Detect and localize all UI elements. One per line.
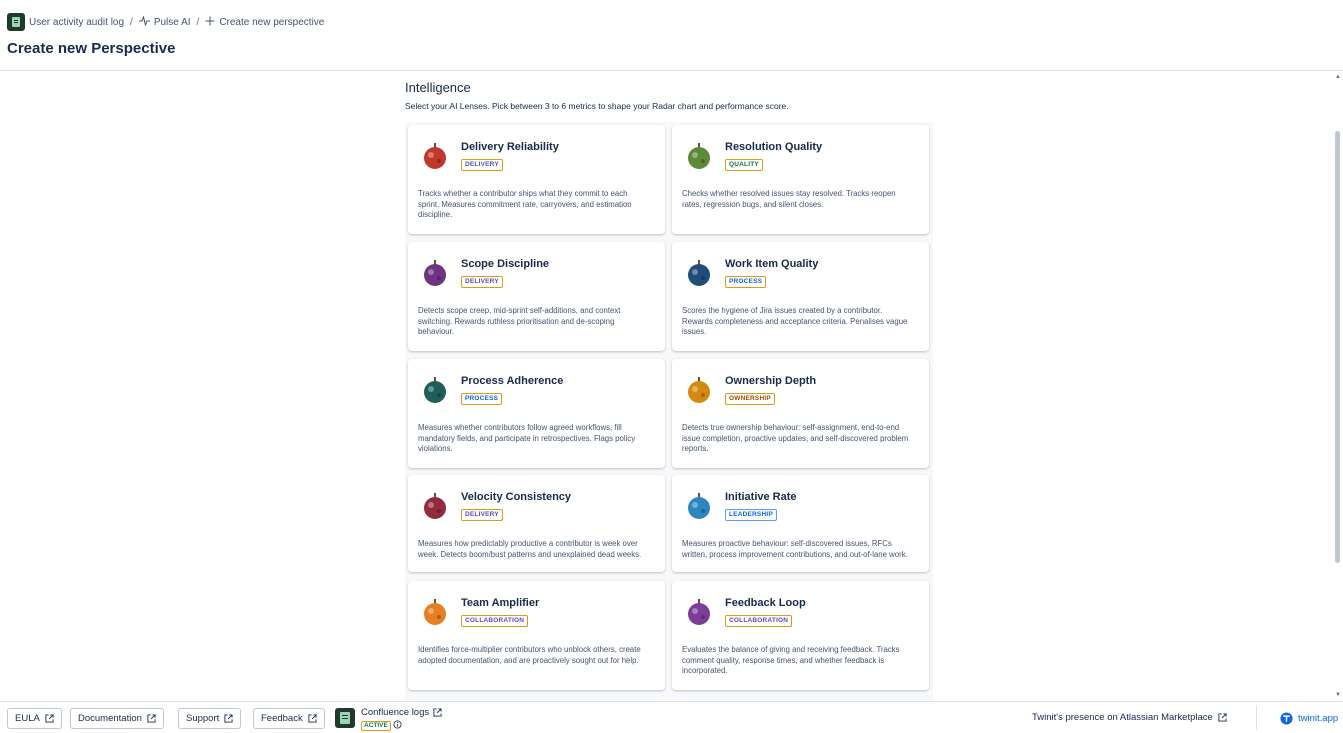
- lens-category-badge: PROCESS: [725, 276, 767, 288]
- page-header: User activity audit log / Pulse AI / Cre…: [0, 0, 1343, 71]
- documentation-label: Documentation: [78, 713, 142, 724]
- lens-description: Scores the hygiene of Jira issues create…: [682, 306, 908, 336]
- lens-description: Measures proactive behaviour: self-disco…: [682, 539, 908, 559]
- breadcrumb: User activity audit log / Pulse AI / Cre…: [7, 13, 324, 31]
- external-link-icon: [45, 714, 54, 723]
- lens-avatar-icon: [424, 377, 446, 403]
- confluence-logs-label: Confluence logs: [361, 707, 430, 718]
- external-link-icon: [308, 714, 317, 723]
- breadcrumb-label: Create new perspective: [219, 16, 325, 28]
- lens-avatar-icon: [688, 599, 710, 625]
- lens-category-badge: COLLABORATION: [725, 615, 793, 627]
- eula-label: EULA: [15, 713, 40, 724]
- marketplace-link[interactable]: Twinit's presence on Atlassian Marketpla…: [1032, 712, 1227, 723]
- breadcrumb-label: Pulse AI: [153, 16, 191, 28]
- lens-name: Work Item Quality: [725, 258, 819, 270]
- lens-card[interactable]: Ownership Depth OWNERSHIP Detects true own…: [672, 359, 929, 468]
- app-logo-icon: [7, 13, 25, 31]
- lens-description: Identifies force-multiplier contributors…: [418, 645, 641, 665]
- status-badge: ACTIVE: [361, 721, 391, 731]
- twinit-link[interactable]: twinit.app: [1280, 712, 1338, 725]
- lens-grid-container: Delivery Reliability DELIVERY Tracks wheth…: [405, 122, 933, 700]
- scroll-thumb[interactable]: [1335, 131, 1340, 563]
- intelligence-section: Intelligence Select your AI Lenses. Pick…: [405, 80, 935, 111]
- lens-description: Detects scope creep, mid-sprint self-add…: [418, 306, 621, 336]
- eula-button[interactable]: EULA: [7, 708, 62, 729]
- lens-category-badge: OWNERSHIP: [725, 393, 775, 405]
- lens-name: Process Adherence: [461, 375, 564, 387]
- external-link-icon: [1218, 713, 1227, 722]
- lens-card[interactable]: Resolution Quality QUALITY Checks whether …: [672, 125, 929, 234]
- lens-avatar-icon: [424, 260, 446, 286]
- lens-name: Scope Discipline: [461, 258, 550, 270]
- lens-category-badge: DELIVERY: [461, 159, 503, 171]
- lens-card[interactable]: Velocity Consistency DELIVERY Measures how…: [408, 475, 665, 572]
- breadcrumb-separator: /: [196, 16, 200, 28]
- lens-category-badge: LEADERSHIP: [725, 509, 777, 521]
- lens-description: Measures whether contributors follow agr…: [418, 423, 636, 453]
- documentation-button[interactable]: Documentation: [70, 708, 164, 729]
- lens-category-badge: PROCESS: [461, 393, 503, 405]
- lens-avatar-icon: [424, 493, 446, 519]
- lens-card[interactable]: Work Item Quality PROCESS Scores the hygie…: [672, 242, 929, 351]
- support-label: Support: [186, 713, 220, 724]
- confluence-logs-link[interactable]: Confluence logs: [361, 707, 442, 718]
- external-link-icon: [147, 714, 156, 723]
- pulse-icon: [138, 14, 150, 29]
- page-footer: EULA Documentation Support Feedback Conf…: [0, 701, 1343, 733]
- breadcrumb-separator: /: [130, 16, 133, 28]
- info-icon[interactable]: [393, 720, 402, 729]
- lens-card[interactable]: Initiative Rate LEADERSHIP Measures proact…: [672, 475, 929, 572]
- lens-name: Feedback Loop: [725, 597, 806, 609]
- feedback-label: Feedback: [261, 713, 303, 724]
- external-link-icon: [224, 714, 233, 723]
- lens-avatar-icon: [424, 143, 446, 169]
- lens-name: Delivery Reliability: [461, 141, 559, 153]
- section-subtitle: Select your AI Lenses. Pick between 3 to…: [405, 101, 789, 111]
- lens-avatar-icon: [688, 493, 710, 519]
- section-title: Intelligence: [405, 80, 471, 95]
- page-scrollbar[interactable]: ▲ ▼: [1333, 71, 1343, 701]
- page-title: Create new Perspective: [7, 40, 176, 57]
- marketplace-label: Twinit's presence on Atlassian Marketpla…: [1032, 712, 1213, 723]
- lens-name: Team Amplifier: [461, 597, 540, 609]
- lens-card[interactable]: Scope Discipline DELIVERY Detects scope cr…: [408, 242, 665, 351]
- support-button[interactable]: Support: [178, 708, 242, 729]
- scroll-up-arrow-icon[interactable]: ▲: [1334, 73, 1342, 81]
- breadcrumb-item-pulse-ai[interactable]: Pulse AI: [138, 14, 191, 29]
- lens-name: Ownership Depth: [725, 375, 817, 387]
- lens-category-badge: DELIVERY: [461, 509, 503, 521]
- lens-card[interactable]: Feedback Loop COLLABORATION Evaluates the …: [672, 581, 929, 690]
- feedback-button[interactable]: Feedback: [253, 708, 325, 729]
- lens-card[interactable]: Process Adherence PROCESS Measures whether…: [408, 359, 665, 468]
- lens-avatar-icon: [688, 260, 710, 286]
- lens-name: Velocity Consistency: [461, 491, 572, 503]
- lens-description: Evaluates the balance of giving and rece…: [682, 645, 900, 675]
- plus-icon: [205, 16, 215, 29]
- lens-description: Checks whether resolved issues stay reso…: [682, 189, 896, 209]
- confluence-logs-logo-icon: [335, 708, 355, 728]
- lens-name: Initiative Rate: [725, 491, 797, 503]
- lens-name: Resolution Quality: [725, 141, 823, 153]
- twinit-label: twinit.app: [1298, 713, 1339, 724]
- lens-card[interactable]: Delivery Reliability DELIVERY Tracks wheth…: [408, 125, 665, 234]
- lens-description: Detects true ownership behaviour: self-a…: [682, 423, 909, 453]
- page-root: User activity audit log / Pulse AI / Cre…: [0, 0, 1343, 733]
- external-link-icon: [433, 708, 442, 717]
- breadcrumb-item-audit-log[interactable]: User activity audit log: [7, 13, 124, 31]
- lens-category-badge: QUALITY: [725, 159, 763, 171]
- lens-category-badge: DELIVERY: [461, 276, 503, 288]
- twinit-logo-icon: [1280, 712, 1293, 725]
- footer-divider: [1256, 706, 1257, 730]
- breadcrumb-label: User activity audit log: [29, 16, 125, 28]
- lens-avatar-icon: [424, 599, 446, 625]
- lens-avatar-icon: [688, 377, 710, 403]
- lens-category-badge: COLLABORATION: [461, 615, 529, 627]
- lens-card[interactable]: Team Amplifier COLLABORATION Identifies fo…: [408, 581, 665, 690]
- breadcrumb-item-create-perspective[interactable]: Create new perspective: [205, 16, 324, 29]
- lens-description: Tracks whether a contributor ships what …: [418, 189, 632, 219]
- lens-avatar-icon: [688, 143, 710, 169]
- scroll-down-arrow-icon[interactable]: ▼: [1334, 691, 1342, 699]
- lens-description: Measures how predictably productive a co…: [418, 539, 642, 559]
